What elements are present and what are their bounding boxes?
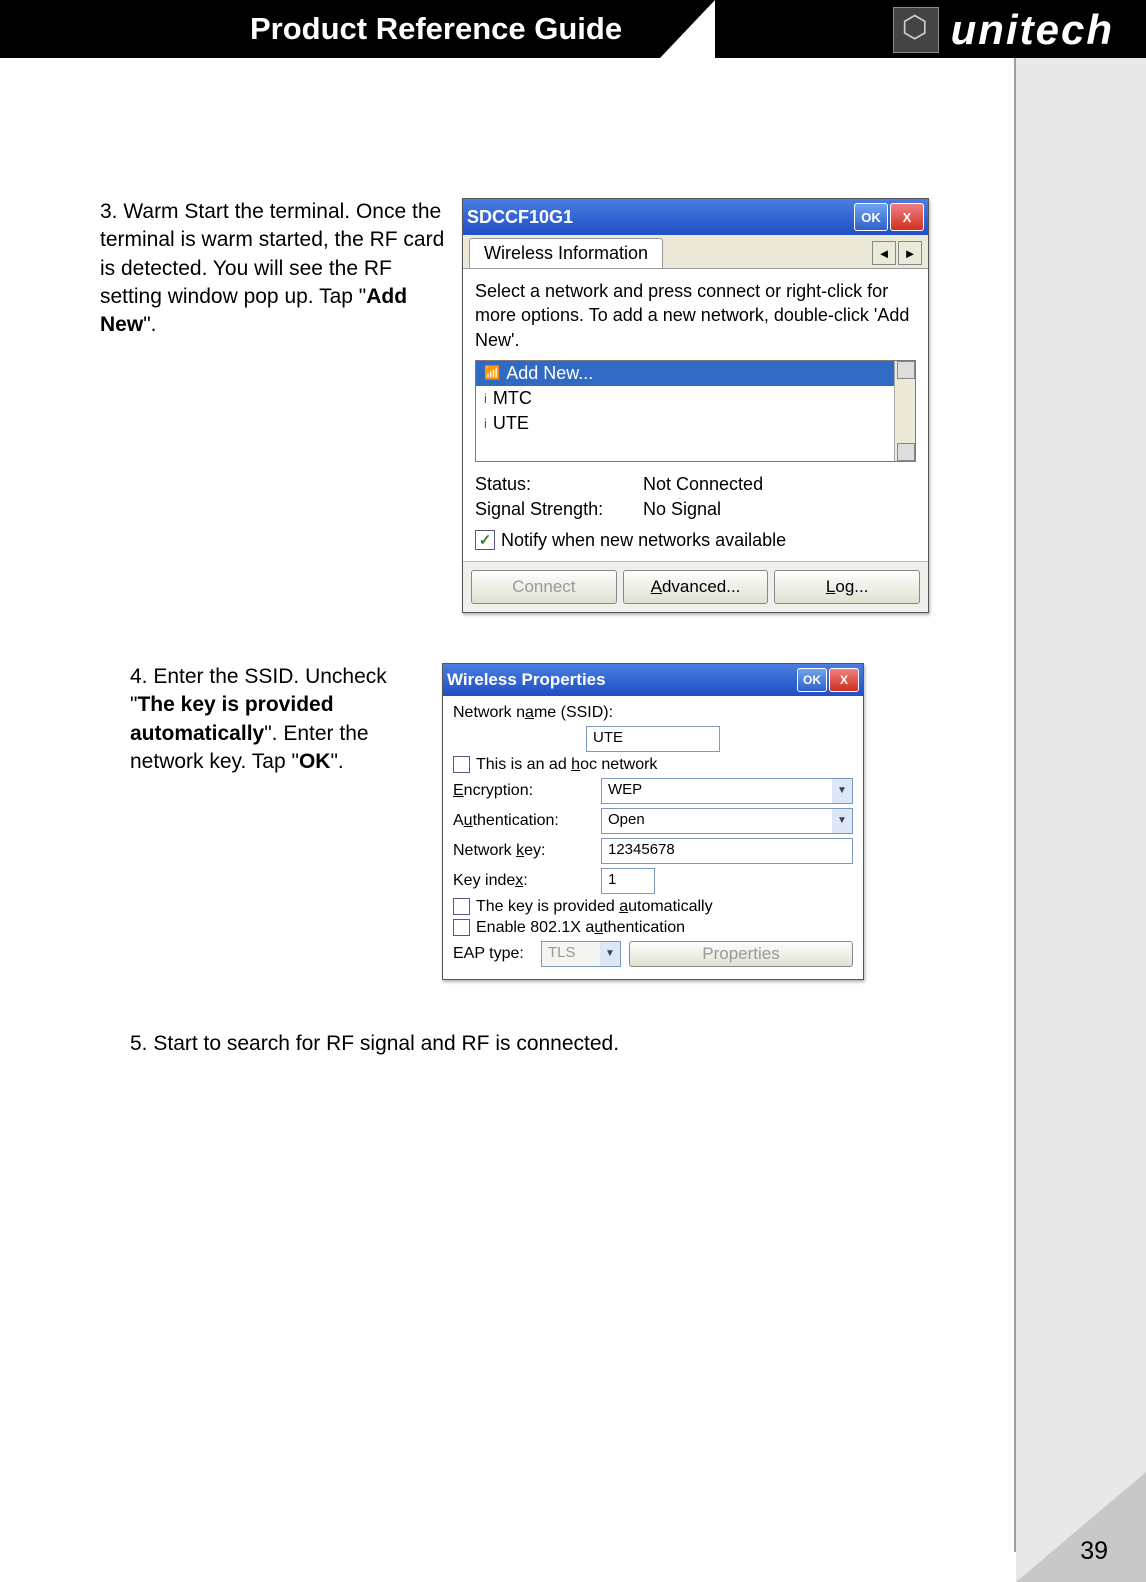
brand-name: unitech (951, 6, 1114, 54)
key-index-input[interactable]: 1 (601, 868, 655, 894)
step-5-text: 5. Start to search for RF signal and RF … (130, 1030, 619, 1058)
brand-logo: unitech (893, 6, 1114, 54)
unitech-logo-icon (893, 7, 939, 53)
adhoc-label: This is an ad hoc network (476, 756, 657, 774)
signal-strength-label: Signal Strength: (475, 499, 635, 520)
step-3-text: 3. Warm Start the terminal. Once the ter… (100, 198, 450, 340)
tab-scroll-right-icon[interactable]: ► (898, 241, 922, 265)
auto-key-checkbox[interactable] (453, 898, 470, 915)
ok-button[interactable]: OK (854, 203, 888, 231)
network-key-label: Network key: (453, 842, 593, 860)
dropdown-icon[interactable]: ▼ (832, 778, 853, 804)
network-item-ute[interactable]: iUTE (476, 411, 894, 436)
enable-8021x-label: Enable 802.1X authentication (476, 919, 685, 937)
signal-icon: i (484, 391, 487, 406)
tab-strip: Wireless Information ◄ ► (463, 235, 928, 269)
ssid-input[interactable]: UTE (586, 726, 720, 752)
dropdown-icon: ▼ (600, 941, 621, 967)
window-title: SDCCF10G1 (467, 207, 573, 228)
window-title: Wireless Properties (447, 670, 606, 690)
tab-wireless-info[interactable]: Wireless Information (469, 238, 663, 268)
status-value: Not Connected (643, 474, 916, 495)
advanced-button[interactable]: Advanced... (623, 570, 769, 604)
eap-type-combo: TLS (541, 941, 600, 967)
page-number: 39 (1080, 1537, 1108, 1566)
signal-icon: i (484, 416, 487, 431)
authentication-combo[interactable]: Open (601, 808, 832, 834)
header-wedge (660, 0, 715, 58)
encryption-combo[interactable]: WEP (601, 778, 832, 804)
step4-bold2: OK (299, 750, 331, 773)
header-title: Product Reference Guide (250, 11, 622, 47)
status-label: Status: (475, 474, 635, 495)
network-listbox[interactable]: 📶Add New... iMTC iUTE (475, 360, 916, 462)
network-key-input[interactable]: 12345678 (601, 838, 853, 864)
step-4-text: 4. Enter the SSID. Uncheck "The key is p… (130, 663, 430, 776)
notify-checkbox[interactable]: ✓ (475, 530, 495, 550)
close-button[interactable]: X (890, 203, 924, 231)
encryption-label: Encryption: (453, 782, 593, 800)
adhoc-checkbox[interactable] (453, 756, 470, 773)
wireless-properties-screenshot: Wireless Properties OK X Network name (S… (442, 663, 864, 980)
page-header: Product Reference Guide unitech (0, 0, 1146, 58)
network-item-addnew[interactable]: 📶Add New... (476, 361, 894, 386)
properties-button[interactable]: Properties (629, 941, 853, 967)
auto-key-label: The key is provided automatically (476, 898, 713, 916)
notify-label: Notify when new networks available (501, 530, 786, 551)
enable-8021x-checkbox[interactable] (453, 919, 470, 936)
window-titlebar: SDCCF10G1 OK X (463, 199, 928, 235)
ok-button[interactable]: OK (797, 668, 827, 692)
step3-suffix: ". (143, 313, 156, 336)
step4-suffix: ". (330, 750, 343, 773)
connect-button[interactable]: Connect (471, 570, 617, 604)
signal-strength-value: No Signal (643, 499, 916, 520)
tab-scroll-left-icon[interactable]: ◄ (872, 241, 896, 265)
authentication-label: Authentication: (453, 812, 593, 830)
log-button[interactable]: Log... (774, 570, 920, 604)
window-titlebar: Wireless Properties OK X (443, 664, 863, 696)
listbox-scrollbar[interactable] (894, 361, 915, 461)
dropdown-icon[interactable]: ▼ (832, 808, 853, 834)
signal-icon: 📶 (484, 365, 500, 381)
wireless-info-screenshot: SDCCF10G1 OK X Wireless Information ◄ ► … (462, 198, 929, 613)
close-button[interactable]: X (829, 668, 859, 692)
ssid-label: Network name (SSID): (453, 704, 853, 722)
key-index-label: Key index: (453, 872, 593, 890)
network-item-mtc[interactable]: iMTC (476, 386, 894, 411)
instructions-text: Select a network and press connect or ri… (475, 279, 916, 352)
eap-type-label: EAP type: (453, 945, 533, 963)
